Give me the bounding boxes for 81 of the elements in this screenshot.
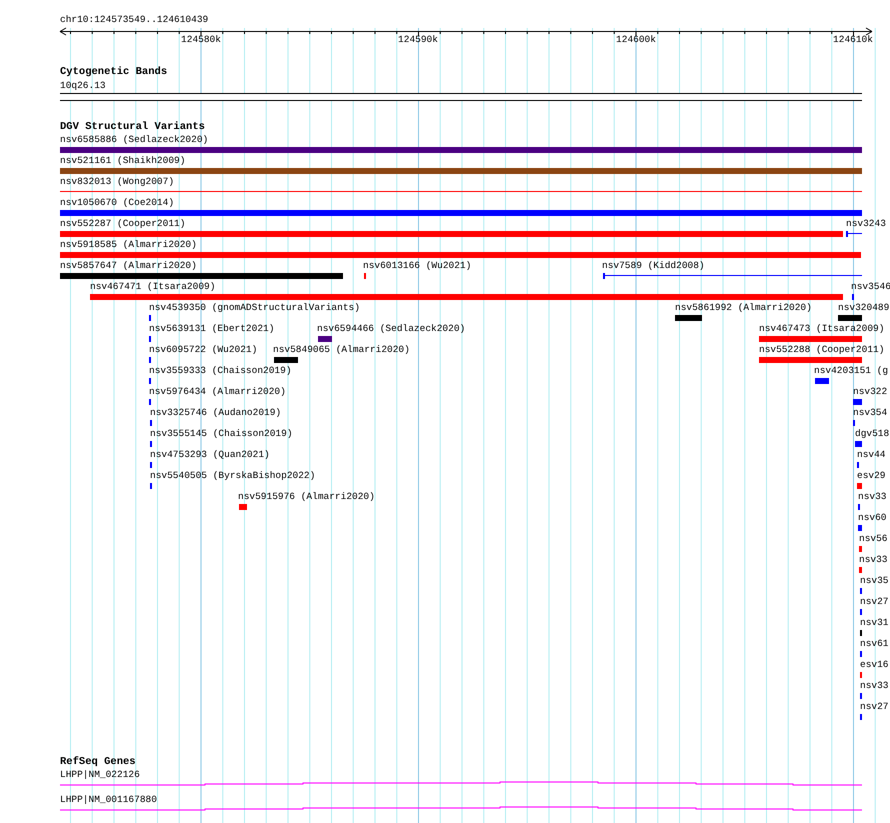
variant-label: nsv56 <box>859 533 888 545</box>
variant-label: nsv5849065 (Almarri2020) <box>273 344 410 356</box>
variant-label: nsv3243 <box>846 218 886 230</box>
variant-label: nsv521161 (Shaikh2009) <box>60 155 186 167</box>
ruler-label: 124610k <box>833 34 873 46</box>
variant-label: nsv6594466 (Sedlazeck2020) <box>317 323 466 335</box>
variant-bar[interactable] <box>857 483 862 489</box>
variant-label: esv29 <box>857 470 886 482</box>
variant-label: nsv27 <box>860 701 889 713</box>
track-title: DGV Structural Variants <box>60 121 205 134</box>
variant-label: nsv4539350 (gnomADStructuralVariants) <box>149 302 360 314</box>
variant-label: nsv322 <box>853 386 888 398</box>
variant-label: nsv61 <box>860 638 889 650</box>
variant-bar[interactable] <box>60 210 862 216</box>
ruler-label: 124590k <box>398 34 438 46</box>
variant-label: nsv320489 <box>838 302 890 314</box>
variant-label: nsv5976434 (Almarri2020) <box>149 386 286 398</box>
variant-label: nsv44 <box>857 449 886 461</box>
variant-label: nsv33 <box>859 554 888 566</box>
variant-label: nsv60 <box>858 512 887 524</box>
variant-bar[interactable] <box>858 525 862 531</box>
ruler-label: 124600k <box>616 34 656 46</box>
variant-bar[interactable] <box>675 315 702 321</box>
variant-bar[interactable] <box>318 336 332 342</box>
variant-bar[interactable] <box>60 147 862 153</box>
variant-label: nsv6013166 (Wu2021) <box>363 260 472 272</box>
variant-label: nsv31 <box>860 617 889 629</box>
variant-line[interactable] <box>60 191 862 192</box>
variant-label: nsv6095722 (Wu2021) <box>149 344 258 356</box>
variant-label: nsv467471 (Itsara2009) <box>90 281 216 293</box>
variant-bar[interactable] <box>853 399 862 405</box>
variant-bar[interactable] <box>60 168 862 174</box>
variant-label: nsv35 <box>860 575 889 587</box>
variant-stub[interactable] <box>603 273 862 279</box>
variant-bar[interactable] <box>60 252 861 258</box>
variant-label: nsv4753293 (Quan2021) <box>150 449 270 461</box>
variant-label: esv16 <box>860 659 889 671</box>
band-label: 10q26.13 <box>60 80 106 92</box>
track-title: RefSeq Genes <box>60 756 136 769</box>
variant-label: nsv5915976 (Almarri2020) <box>238 491 375 503</box>
variant-bar[interactable] <box>815 378 829 384</box>
variant-bar[interactable] <box>759 357 862 363</box>
variant-bar[interactable] <box>859 546 862 552</box>
variant-label: nsv3559333 (Chaisson2019) <box>149 365 292 377</box>
location-text: chr10:124573549..124610439 <box>60 14 208 26</box>
variant-bar[interactable] <box>90 294 843 300</box>
variant-label: nsv33 <box>858 491 887 503</box>
variant-label: nsv5918585 (Almarri2020) <box>60 239 197 251</box>
variant-bar[interactable] <box>759 336 862 342</box>
variant-label: nsv4203151 (g <box>814 365 888 377</box>
variant-bar[interactable] <box>274 357 298 363</box>
variant-bar[interactable] <box>60 273 343 279</box>
track-title: Cytogenetic Bands <box>60 66 168 79</box>
variant-label: nsv7589 (Kidd2008) <box>602 260 705 272</box>
variant-label: nsv3555145 (Chaisson2019) <box>150 428 293 440</box>
variant-label: nsv3325746 (Audano2019) <box>150 407 282 419</box>
variant-label: nsv552287 (Cooper2011) <box>60 218 186 230</box>
variant-stub[interactable] <box>846 231 862 237</box>
variant-label: nsv5861992 (Almarri2020) <box>675 302 812 314</box>
variant-label: nsv1050670 (Coe2014) <box>60 197 174 209</box>
gene-label: LHPP|NM_001167880 <box>60 794 157 806</box>
variant-label: dgv518 <box>855 428 890 440</box>
variant-label: nsv832013 (Wong2007) <box>60 176 174 188</box>
variant-label: nsv5857647 (Almarri2020) <box>60 260 197 272</box>
variant-label: nsv5540505 (ByrskaBishop2022) <box>150 470 316 482</box>
variant-label: nsv33 <box>860 680 889 692</box>
ruler-label: 124580k <box>181 34 221 46</box>
gene-drawing[interactable] <box>60 806 862 812</box>
variant-label: nsv3546 <box>851 281 890 293</box>
gene-label: LHPP|NM_022126 <box>60 769 140 781</box>
gene-drawing[interactable] <box>60 781 862 787</box>
variant-label: nsv27 <box>860 596 889 608</box>
variant-bar[interactable] <box>859 567 862 573</box>
variant-label: nsv6585886 (Sedlazeck2020) <box>60 134 208 146</box>
variant-bar[interactable] <box>239 504 247 510</box>
variant-label: nsv552288 (Cooper2011) <box>759 344 884 356</box>
variant-bar[interactable] <box>838 315 862 321</box>
variant-bar[interactable] <box>855 441 862 447</box>
variant-label: nsv5639131 (Ebert2021) <box>149 323 274 335</box>
variant-label: nsv354 <box>853 407 888 419</box>
variant-label: nsv467473 (Itsara2009) <box>759 323 884 335</box>
